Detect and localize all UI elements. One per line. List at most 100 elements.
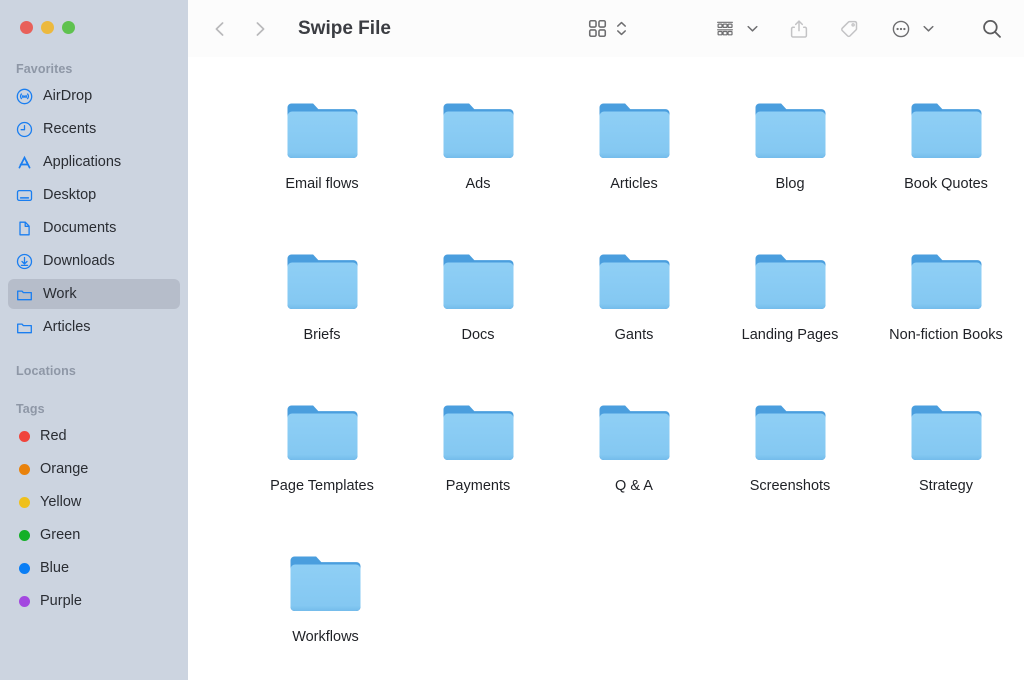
traffic-lights — [20, 21, 75, 34]
group-by-icon[interactable] — [714, 18, 736, 40]
tag-dot-icon — [19, 595, 30, 607]
folder-icon — [909, 251, 984, 313]
sidebar-item-work[interactable]: Work — [8, 279, 180, 309]
forward-button[interactable] — [250, 19, 270, 39]
sidebar-item-label: Blue — [40, 560, 70, 576]
more-ellipsis-icon[interactable] — [890, 18, 912, 40]
folder-icon — [441, 251, 516, 313]
folder-item[interactable]: Ads — [400, 97, 556, 248]
sidebar-section-tags: Tags — [16, 402, 45, 416]
folder-item[interactable]: Page Templates — [244, 399, 400, 550]
folder-item[interactable]: Email flows — [244, 97, 400, 248]
folder-item[interactable]: Screenshots — [712, 399, 868, 550]
close-button[interactable] — [20, 21, 33, 34]
sidebar-item-tag-yellow[interactable]: Yellow — [8, 487, 180, 517]
back-button[interactable] — [210, 19, 230, 39]
sidebar-item-label: Applications — [43, 154, 122, 170]
sidebar-item-airdrop[interactable]: AirDrop — [8, 81, 180, 111]
folder-icon — [288, 553, 363, 615]
search-icon[interactable] — [980, 17, 1004, 41]
folder-label: Q & A — [615, 478, 653, 494]
share-icon[interactable] — [788, 18, 810, 40]
folder-item[interactable]: Workflows — [244, 550, 407, 680]
sidebar-item-label: Downloads — [43, 253, 115, 269]
sidebar-item-recents[interactable]: Recents — [8, 114, 180, 144]
folder-row: Workflows — [188, 550, 1024, 680]
folder-label: Ads — [465, 176, 491, 192]
sidebar-list-favorites: AirDrop Recents Applications Desktop Doc… — [0, 81, 188, 342]
folder-icon — [753, 100, 828, 162]
folder-label: Screenshots — [749, 478, 831, 494]
folder-item[interactable]: Gants — [556, 248, 712, 399]
sidebar-item-label: Articles — [43, 319, 91, 335]
folder-label: Book Quotes — [904, 176, 988, 192]
folder-icon — [441, 402, 516, 464]
view-switch-group[interactable] — [587, 18, 628, 39]
sidebar: Favorites AirDrop Recents Applications D… — [0, 0, 188, 680]
document-icon — [16, 220, 33, 237]
folder-item[interactable]: Articles — [556, 97, 712, 248]
airdrop-icon — [16, 88, 33, 105]
folder-icon — [285, 251, 360, 313]
tag-dot-icon — [19, 529, 30, 541]
folder-item[interactable]: Docs — [400, 248, 556, 399]
folder-item[interactable]: Landing Pages — [712, 248, 868, 399]
download-icon — [16, 253, 33, 270]
folder-icon — [909, 402, 984, 464]
tag-dot-icon — [19, 562, 30, 574]
chevron-down-icon[interactable] — [921, 21, 936, 36]
group-by-group[interactable] — [714, 18, 760, 40]
folder-label: Blog — [775, 176, 805, 192]
navigation-buttons — [210, 19, 270, 39]
sidebar-item-label: Documents — [43, 220, 117, 236]
folder-icon — [597, 251, 672, 313]
folder-item[interactable]: Book Quotes — [868, 97, 1024, 248]
folder-item[interactable]: Payments — [400, 399, 556, 550]
sidebar-section-locations: Locations — [16, 364, 76, 378]
sidebar-item-tag-green[interactable]: Green — [8, 520, 180, 550]
sidebar-item-label: Work — [43, 286, 77, 302]
folder-item[interactable]: Q & A — [556, 399, 712, 550]
folder-grid: Email flows Ads Articles Blog Book Quote… — [188, 57, 1024, 680]
sidebar-item-documents[interactable]: Documents — [8, 213, 180, 243]
more-actions-group[interactable] — [890, 18, 936, 40]
zoom-button[interactable] — [62, 21, 75, 34]
clock-icon — [16, 121, 33, 138]
folder-icon — [753, 402, 828, 464]
sidebar-item-label: AirDrop — [43, 88, 93, 104]
folder-item[interactable]: Briefs — [244, 248, 400, 399]
sidebar-item-tag-red[interactable]: Red — [8, 421, 180, 451]
folder-icon — [597, 100, 672, 162]
sidebar-item-label: Purple — [40, 593, 82, 609]
up-down-chevron-icon[interactable] — [615, 18, 628, 39]
folder-label: Briefs — [303, 327, 341, 343]
folder-item[interactable]: Strategy — [868, 399, 1024, 550]
sidebar-sections: Favorites AirDrop Recents Applications D… — [0, 0, 188, 616]
sidebar-item-downloads[interactable]: Downloads — [8, 246, 180, 276]
folder-label: Gants — [614, 327, 654, 343]
main-area: Swipe File Email flows Ads Articles Blog… — [188, 0, 1024, 680]
sidebar-item-desktop[interactable]: Desktop — [8, 180, 180, 210]
desktop-icon — [16, 187, 33, 204]
tag-dot-icon — [19, 496, 30, 508]
folder-item[interactable]: Non-fiction Books — [868, 248, 1024, 399]
folder-icon — [285, 100, 360, 162]
grid-view-icon[interactable] — [587, 18, 608, 39]
sidebar-item-applications[interactable]: Applications — [8, 147, 180, 177]
chevron-down-icon[interactable] — [745, 21, 760, 36]
folder-label: Docs — [461, 327, 495, 343]
folder-row: Email flows Ads Articles Blog Book Quote… — [188, 97, 1024, 248]
sidebar-item-label: Desktop — [43, 187, 97, 203]
sidebar-item-label: Red — [40, 428, 67, 444]
minimize-button[interactable] — [41, 21, 54, 34]
sidebar-item-articles[interactable]: Articles — [8, 312, 180, 342]
finder-window: Favorites AirDrop Recents Applications D… — [0, 0, 1024, 680]
applications-icon — [16, 154, 33, 171]
folder-icon — [909, 100, 984, 162]
sidebar-item-tag-blue[interactable]: Blue — [8, 553, 180, 583]
sidebar-item-tag-purple[interactable]: Purple — [8, 586, 180, 616]
folder-item[interactable]: Blog — [712, 97, 868, 248]
sidebar-item-tag-orange[interactable]: Orange — [8, 454, 180, 484]
folder-icon — [16, 286, 33, 303]
tag-icon[interactable] — [838, 18, 860, 40]
